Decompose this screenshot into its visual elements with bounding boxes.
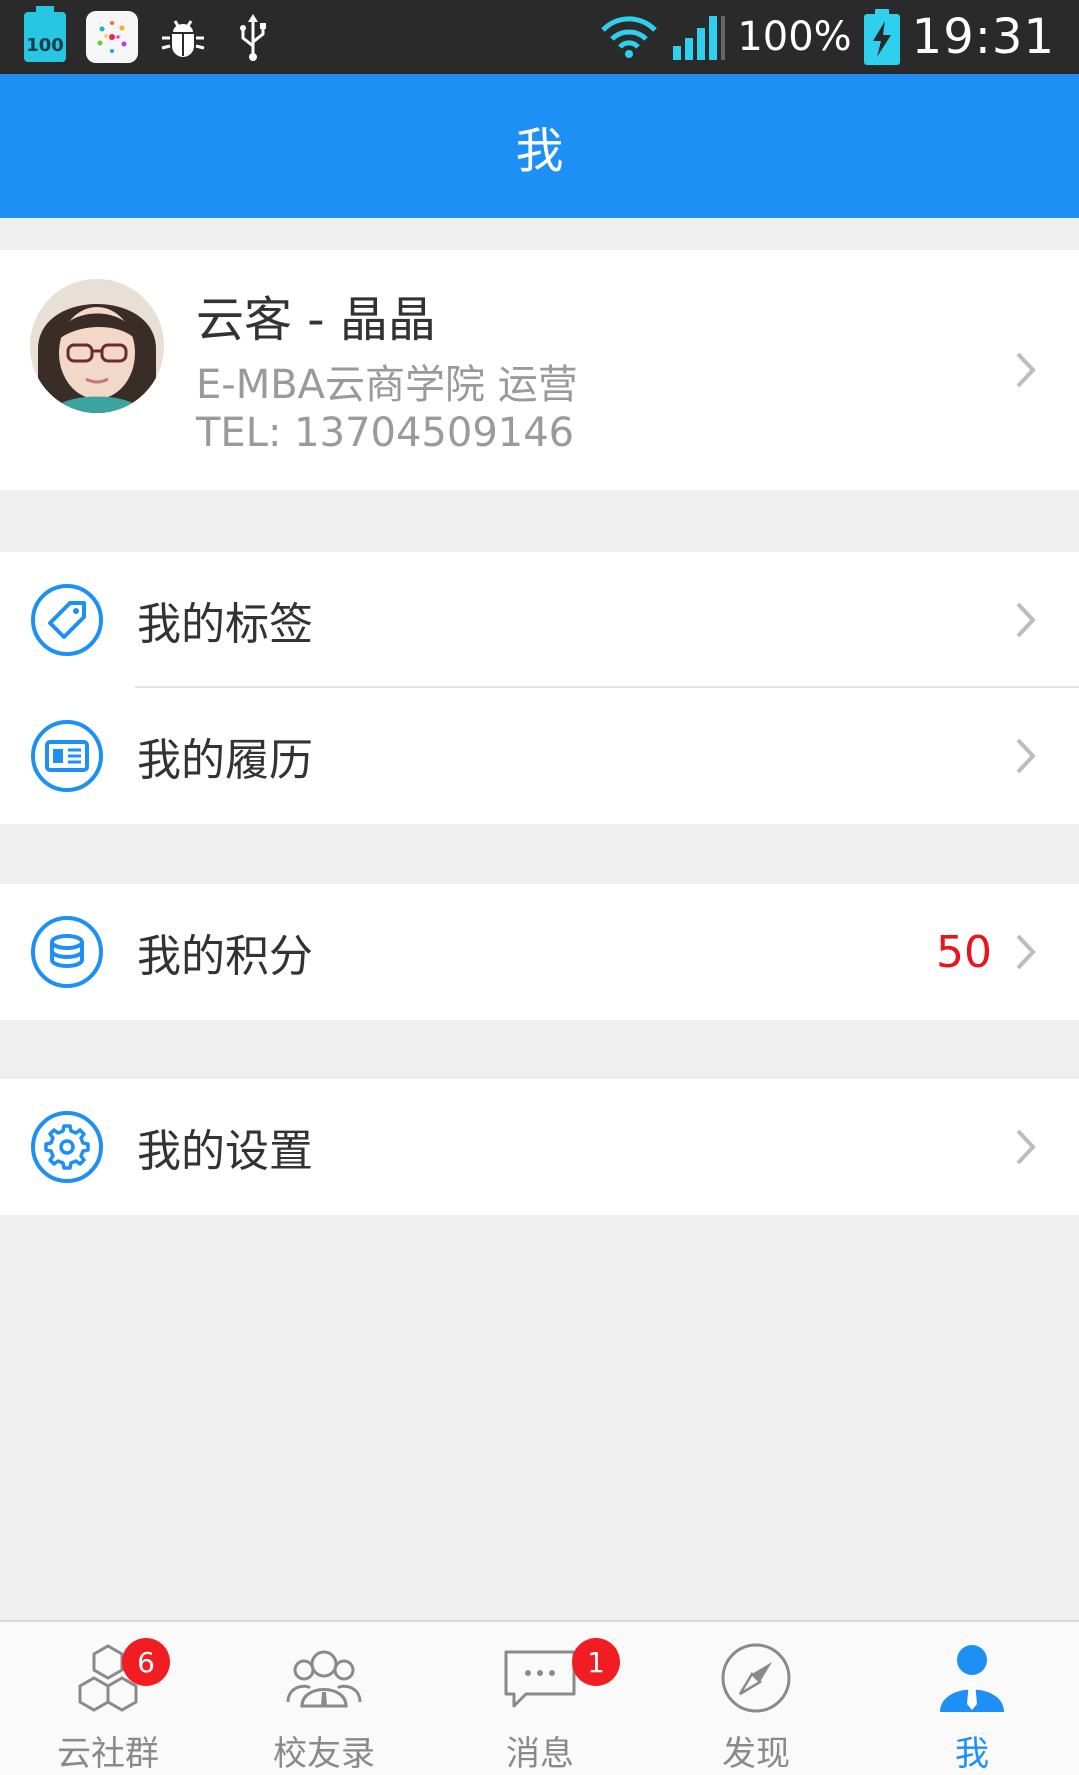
profile-menu-group: 我的标签 我的履历	[0, 552, 1079, 824]
system-status: 100% 19:31	[599, 0, 1055, 74]
tag-icon	[31, 584, 103, 656]
tab-alumni[interactable]: 校友录	[216, 1622, 432, 1775]
title-bar: 我	[0, 74, 1079, 218]
tab-cloud-community[interactable]: 6 云社群	[0, 1622, 216, 1775]
menu-item-tags[interactable]: 我的标签	[0, 552, 1079, 688]
tab-discover[interactable]: 发现	[648, 1622, 864, 1775]
coins-icon	[31, 916, 103, 988]
compass-icon	[721, 1643, 791, 1713]
tab-label: 消息	[506, 1734, 574, 1774]
menu-item-points[interactable]: 我的积分 50	[0, 884, 1079, 1020]
alumni-people-icon	[286, 1650, 362, 1708]
notification-icons: 100	[24, 6, 278, 64]
profile-name: 云客 - 晶晶	[196, 292, 436, 348]
settings-menu-group: 我的设置	[0, 1079, 1079, 1215]
signal-icon	[673, 16, 726, 60]
chat-bubble-icon	[504, 1650, 576, 1708]
tab-me[interactable]: 我	[864, 1622, 1079, 1775]
avatar	[30, 279, 164, 413]
chevron-right-icon	[1016, 738, 1036, 774]
status-bar: 100 100% 19:31	[0, 0, 1079, 74]
page-title: 我	[515, 123, 564, 179]
menu-item-settings[interactable]: 我的设置	[0, 1079, 1079, 1215]
id-card-icon	[31, 720, 103, 792]
points-value: 50	[936, 926, 992, 978]
menu-item-points-label: 我的积分	[137, 931, 313, 982]
clock: 19:31	[911, 9, 1055, 65]
gear-icon	[31, 1111, 103, 1183]
person-icon	[940, 1645, 1004, 1712]
points-menu-group: 我的积分 50	[0, 884, 1079, 1020]
app-icon	[86, 11, 138, 63]
notification-badge: 6	[122, 1638, 170, 1686]
avatar-photo	[30, 279, 164, 413]
tab-label: 发现	[722, 1734, 790, 1774]
wifi-icon	[601, 16, 658, 58]
chevron-right-icon	[1016, 602, 1036, 638]
battery-badge-text: 100	[26, 35, 64, 56]
menu-item-resume[interactable]: 我的履历	[0, 688, 1079, 824]
chevron-right-icon	[1016, 934, 1036, 970]
tab-label: 云社群	[57, 1734, 159, 1774]
battery-charging-icon	[863, 9, 900, 65]
tab-label: 我	[955, 1734, 989, 1774]
bottom-tab-bar: 6 云社群 校友录 1 消息 发现 我	[0, 1620, 1079, 1775]
battery-percent: 100%	[737, 14, 852, 60]
menu-item-settings-label: 我的设置	[137, 1126, 313, 1177]
usb-icon	[240, 14, 266, 61]
chevron-right-icon	[1016, 1129, 1036, 1165]
chevron-right-icon	[1016, 352, 1036, 388]
tab-label: 校友录	[273, 1734, 375, 1774]
debug-bug-icon	[161, 20, 205, 57]
profile-organization: E-MBA云商学院 运营	[196, 362, 578, 408]
battery-100-badge-icon: 100	[24, 6, 66, 62]
notification-badge: 1	[572, 1638, 620, 1686]
tab-messages[interactable]: 1 消息	[432, 1622, 648, 1775]
profile-card[interactable]: 云客 - 晶晶 E-MBA云商学院 运营 TEL: 13704509146	[0, 250, 1079, 490]
profile-phone: TEL: 13704509146	[196, 410, 575, 456]
menu-item-tags-label: 我的标签	[137, 599, 313, 650]
menu-item-resume-label: 我的履历	[137, 735, 313, 786]
